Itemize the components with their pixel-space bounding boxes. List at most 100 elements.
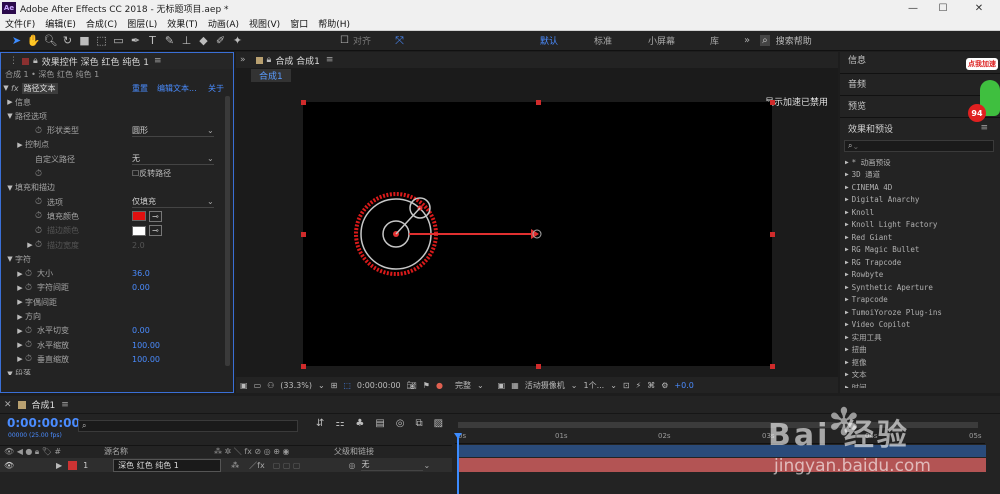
effects-category-item[interactable]: ▶ RG Trapcode (840, 256, 1000, 269)
pen-tool-icon[interactable]: ✒ (127, 33, 144, 49)
fx-icon[interactable]: fx (11, 84, 19, 93)
timeline-search-input[interactable]: ⌕ (78, 420, 298, 432)
work-area-range[interactable] (458, 445, 986, 457)
fx-property-row[interactable]: 自定义路径 无 ⌄ (1, 152, 221, 166)
fx-property-row[interactable]: ▶ ⏱ 水平切变 0.00 (1, 324, 221, 338)
fx-numeric-value[interactable]: 100.00 (132, 355, 160, 364)
graph-editor-icon[interactable]: ⧉ (416, 418, 423, 429)
expand-triangle-icon[interactable]: ▶ (845, 334, 849, 341)
chevron-down-icon[interactable]: ⌄ (207, 126, 214, 135)
layer-row[interactable]: 👁 ▶ 1 深色 红色 纯色 1 ⁂ ／fx ▢ ▢ ▢ ◎ 无 ⌄ (0, 458, 452, 472)
effects-presets-title[interactable]: 效果和预设 (848, 122, 893, 135)
fx-property-row[interactable]: ⏱ 选项 仅填充 ⌄ (1, 195, 221, 209)
chevron-down-icon[interactable]: ⌄ (207, 197, 214, 206)
zoom-dropdown[interactable]: (33.3%) (280, 381, 312, 390)
effects-category-item[interactable]: ▶ * 动画预设 (840, 156, 1000, 169)
current-timecode[interactable]: 0:00:00:00 (7, 416, 80, 430)
expand-triangle-icon[interactable]: ▼ (5, 255, 15, 263)
fx-property-row[interactable]: ⏱ 描边颜色 ⊸ (1, 224, 221, 238)
puppet-pin-tool-icon[interactable]: ✦ (229, 33, 246, 49)
timeline-tab[interactable]: 合成1 (32, 398, 56, 411)
chevron-down-icon[interactable]: ⌄ (571, 381, 578, 390)
timeline-close-icon[interactable]: ✕ (4, 400, 12, 410)
expand-triangle-icon[interactable]: ▶ (845, 346, 849, 353)
layer-handle-bl[interactable] (301, 364, 306, 369)
menu-window[interactable]: 窗口 (285, 17, 313, 30)
effect-controls-tab[interactable]: 效果控件 深色 红色 纯色 1 (42, 55, 149, 68)
speed-boost-badge[interactable]: 点我加速 94 (966, 58, 1000, 128)
minimize-button[interactable]: — (898, 0, 928, 16)
fx-property-row[interactable]: ▼ 填充和描边 (1, 181, 221, 195)
fx-collapse-icon[interactable]: ▼ (1, 84, 11, 92)
chevron-down-icon[interactable]: ⌄ (423, 461, 430, 470)
stopwatch-icon[interactable]: ⏱ (35, 169, 47, 179)
expand-triangle-icon[interactable]: ▶ (15, 141, 25, 149)
stopwatch-icon[interactable]: ⏱ (35, 226, 47, 236)
timeline-link-icon[interactable]: ⌘ (647, 381, 655, 390)
current-time-display[interactable]: 0:00:00:00 (357, 381, 401, 390)
parent-link-column[interactable]: 父级和链接 (334, 446, 374, 457)
panel-menu-icon[interactable]: ⋮ (9, 56, 18, 66)
timeline-menu-icon[interactable]: ≡ (61, 400, 69, 410)
source-name-column[interactable]: 源名称 (104, 446, 214, 457)
effects-category-item[interactable]: ▶ TumoiYoroze Plug-ins (840, 306, 1000, 319)
layer-handle-tc[interactable] (536, 100, 541, 105)
comp-subtab[interactable]: 合成1 (251, 68, 291, 82)
fx-numeric-value[interactable]: 36.0 (132, 269, 150, 278)
region-of-interest-icon[interactable]: ⬚ (343, 381, 351, 390)
parent-pickwhip-icon[interactable]: ◎ (348, 461, 355, 470)
effects-category-item[interactable]: ▶ 实用工具 (840, 331, 1000, 344)
stopwatch-icon[interactable]: ⏱ (25, 326, 37, 336)
expand-triangle-icon[interactable]: ▶ (15, 355, 25, 363)
fx-edit-text-link[interactable]: 编辑文本... (157, 83, 197, 94)
eyedropper-icon[interactable]: ⊸ (149, 225, 162, 237)
effects-category-item[interactable]: ▶ 时间 (840, 381, 1000, 388)
fx-effect-name[interactable]: 路径文本 (21, 82, 58, 94)
maximize-button[interactable]: ☐ (928, 0, 958, 16)
stopwatch-icon[interactable]: ⏱ (25, 354, 37, 364)
fx-about-link[interactable]: 关于 (208, 83, 224, 94)
effects-category-item[interactable]: ▶ Rowbyte (840, 269, 1000, 282)
expand-triangle-icon[interactable]: ▶ (845, 159, 849, 166)
layer-handle-br[interactable] (770, 364, 775, 369)
expand-triangle-icon[interactable]: ▶ (15, 341, 25, 349)
expand-triangle-icon[interactable]: ▶ (15, 298, 25, 306)
menu-help[interactable]: 帮助(H) (313, 17, 355, 30)
reverse-path-checkbox[interactable]: ☐ (132, 169, 139, 178)
expand-triangle-icon[interactable]: ▶ (5, 98, 15, 106)
stopwatch-icon[interactable]: ⏱ (25, 340, 37, 350)
fx-property-row[interactable]: ▶ ⏱ 水平缩放 100.00 (1, 338, 221, 352)
fx-property-row[interactable]: ▶ 方向 (1, 310, 221, 324)
snap-icon[interactable]: ⤧ (391, 33, 408, 49)
view-layout-dropdown[interactable]: 1个... (583, 380, 604, 391)
motion-blur-icon[interactable]: ◎ (396, 418, 405, 429)
fx-dropdown-value[interactable]: 圆形 (132, 125, 207, 136)
expand-triangle-icon[interactable]: ▼ (5, 370, 15, 375)
layer-handle-bc[interactable] (536, 364, 541, 369)
effects-category-item[interactable]: ▶ Trapcode (840, 294, 1000, 307)
camera-tool-icon[interactable]: ■ (76, 33, 93, 49)
selection-tool-icon[interactable]: ➤ (8, 33, 25, 49)
expand-triangle-icon[interactable]: ▶ (15, 327, 25, 335)
current-time-indicator[interactable] (457, 434, 459, 494)
stopwatch-icon[interactable]: ⏱ (35, 211, 47, 221)
layer-handle-tr[interactable] (770, 100, 775, 105)
comp-panel-nav-icon[interactable]: » (240, 55, 246, 65)
grid-icon[interactable]: ⊞ (331, 381, 338, 390)
expand-triangle-icon[interactable]: ▶ (845, 221, 849, 228)
stopwatch-icon[interactable]: ⏱ (35, 197, 47, 207)
monitor-icon[interactable]: ▭ (254, 381, 262, 390)
layer-switch-shy[interactable]: ⁂ (231, 461, 239, 470)
fx-property-row[interactable]: ▼ 段落 (1, 367, 221, 375)
show-snapshot-icon[interactable]: ⚑ (423, 381, 430, 390)
layer-expand-icon[interactable]: ▶ (56, 461, 62, 470)
composition-canvas[interactable] (303, 102, 772, 366)
eraser-tool-icon[interactable]: ◆ (195, 33, 212, 49)
effects-category-item[interactable]: ▶ 扭曲 (840, 344, 1000, 357)
stopwatch-icon[interactable]: ⏱ (25, 269, 37, 279)
expand-triangle-icon[interactable]: ▶ (845, 246, 849, 253)
expand-triangle-icon[interactable]: ▶ (845, 171, 849, 178)
parent-dropdown[interactable]: 无 (361, 459, 424, 471)
mask-visibility-icon[interactable]: ⚇ (267, 381, 274, 390)
effects-category-item[interactable]: ▶ Synthetic Aperture (840, 281, 1000, 294)
